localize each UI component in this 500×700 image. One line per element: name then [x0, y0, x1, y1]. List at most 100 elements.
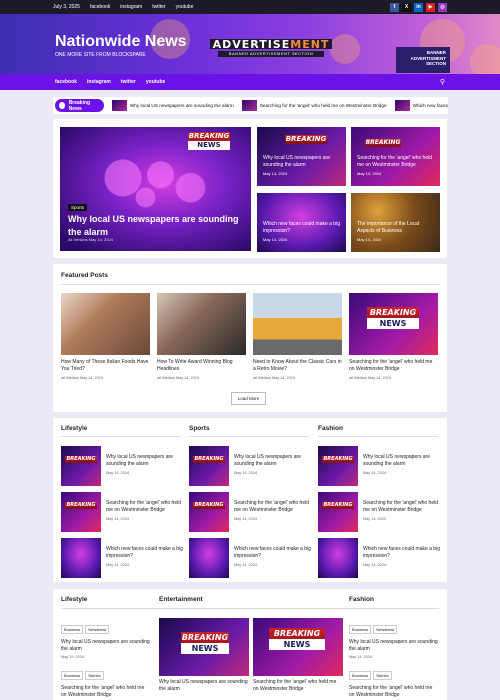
- top-link-facebook[interactable]: facebook: [90, 4, 110, 10]
- post-title[interactable]: Which new faces could make a big impress…: [106, 546, 186, 560]
- featured-post[interactable]: BREAKING NEWS Searching for the 'angel' wh…: [349, 293, 438, 380]
- banner-tag: BANNER ADVERTISMENT SECTION: [396, 47, 450, 73]
- grid-post-title[interactable]: The importance of the Local Aspects of B…: [357, 221, 437, 235]
- column-post[interactable]: BREAKING Why local US newspapers are soun…: [61, 446, 189, 486]
- tag[interactable]: Newsbeat: [85, 625, 110, 634]
- top-link-twitter[interactable]: twitter: [152, 4, 165, 10]
- top-link-instagram[interactable]: instagram: [120, 4, 142, 10]
- grid-post-title[interactable]: Searching for the 'angel' who held me on…: [357, 155, 437, 169]
- nav-item-youtube[interactable]: youtube: [146, 79, 165, 85]
- grid-post[interactable]: The importance of the Local Aspects of B…: [351, 193, 440, 252]
- top-bar: July 3, 2025 facebook instagram twitter …: [0, 0, 500, 14]
- nav-item-twitter[interactable]: twitter: [121, 79, 136, 85]
- ad-word-2: MENT: [290, 37, 330, 51]
- breaking-news-label: Breaking News: [55, 99, 104, 112]
- lifestyle-title: Lifestyle: [61, 596, 88, 603]
- ticker-item-text: Why local US newspapers are sounding the…: [129, 103, 234, 108]
- post-title[interactable]: Searching for the 'angel' who held me on…: [349, 685, 439, 699]
- fashion-post[interactable]: Business Newsbeat Why local US newspapers…: [349, 618, 439, 659]
- entertainment-post[interactable]: BREAKING NEWS Searching for the 'angel' w…: [253, 618, 343, 693]
- breaking-news-label-text: Breaking News: [68, 99, 91, 112]
- post-title[interactable]: Searching for the 'angel' who held me on…: [61, 685, 151, 699]
- tag[interactable]: Business: [349, 625, 372, 634]
- post-title[interactable]: Which new faces could make a big impress…: [234, 546, 314, 560]
- breaking-news-badge: BREAKING: [365, 139, 401, 147]
- fashion-title: Fashion: [349, 596, 374, 603]
- featured-post[interactable]: How To Write Award Winning Blog Headline…: [157, 293, 246, 380]
- tag[interactable]: Business: [61, 625, 84, 634]
- advertisement-banner[interactable]: ADVERTISE MENT BANNER ADVERTISEMENT SECTI…: [210, 32, 332, 68]
- featured-post-title[interactable]: How To Write Award Winning Blog Headline…: [157, 359, 246, 373]
- post-title[interactable]: Searching for the 'angel' who held me on…: [106, 500, 186, 514]
- featured-post[interactable]: How Many of These Italian Foods Have You…: [61, 293, 150, 380]
- lifestyle-post[interactable]: Business Newsbeat Why local US newspapers…: [61, 618, 151, 659]
- column-post[interactable]: Which new faces could make a big impress…: [61, 538, 189, 578]
- top-link-youtube[interactable]: youtube: [176, 4, 194, 10]
- fashion-post[interactable]: Business Stories Searching for the 'angel…: [349, 664, 439, 699]
- site-title[interactable]: Nationwide News: [55, 33, 187, 51]
- grid-post-title[interactable]: Which new faces could make a big impress…: [263, 221, 343, 235]
- entertainment-post[interactable]: BREAKING NEWS Why local US newspapers are…: [159, 618, 249, 693]
- breaking-news-ticker: Breaking News Why local US newspapers ar…: [53, 97, 448, 114]
- post-title[interactable]: Why local US newspapers are sounding the…: [106, 454, 186, 468]
- ticker-item[interactable]: Searching for the 'angel' who held me on…: [241, 100, 387, 111]
- post-title[interactable]: Why local US newspapers are sounding the…: [159, 679, 249, 693]
- ticker-item[interactable]: Which new faces: [394, 100, 448, 111]
- ticker-thumbnail: [394, 100, 410, 111]
- featured-post-title[interactable]: Searching for the 'angel' who held me on…: [349, 359, 438, 373]
- post-title[interactable]: Searching for the 'angel' who held me on…: [234, 500, 314, 514]
- tag[interactable]: Business: [349, 671, 372, 680]
- column-post[interactable]: Which new faces could make a big impress…: [189, 538, 317, 578]
- tag[interactable]: Stories: [373, 671, 392, 680]
- post-date: May 14, 2024: [106, 471, 130, 475]
- post-title[interactable]: Why local US newspapers are sounding the…: [234, 454, 314, 468]
- column-post[interactable]: BREAKING Searching for the 'angel' who he…: [189, 492, 317, 532]
- featured-post-meta: afl Werkes May 14, 2024: [349, 376, 391, 380]
- grid-post[interactable]: BREAKING Why local US newspapers are sou…: [257, 127, 346, 186]
- post-title[interactable]: Searching for the 'angel' who held me on…: [363, 500, 443, 514]
- tag[interactable]: Business: [61, 671, 84, 680]
- nav-item-facebook[interactable]: facebook: [55, 79, 77, 85]
- nav-item-instagram[interactable]: instagram: [87, 79, 111, 85]
- lifestyle-post[interactable]: Business Stories Searching for the 'angel…: [61, 664, 151, 699]
- featured-posts-title: Featured Posts: [61, 272, 108, 279]
- linkedin-icon[interactable]: in: [414, 2, 423, 12]
- featured-post[interactable]: Need to Know About the Classic Cars in a…: [253, 293, 342, 380]
- load-more-button[interactable]: Load More: [231, 392, 266, 405]
- grid-post[interactable]: Which new faces could make a big impress…: [257, 193, 346, 252]
- post-thumbnail: [61, 538, 101, 578]
- column-post[interactable]: BREAKING Searching for the 'angel' who he…: [61, 492, 189, 532]
- featured-post-image: BREAKING NEWS: [349, 293, 438, 355]
- grid-post-date: May 14, 2024: [263, 171, 288, 176]
- column-post[interactable]: Which new faces could make a big impress…: [318, 538, 446, 578]
- featured-post-image: [253, 293, 342, 355]
- ticker-item[interactable]: Why local US newspapers are sounding the…: [111, 100, 234, 111]
- section-divider: [318, 436, 438, 437]
- x-icon[interactable]: X: [402, 2, 411, 12]
- instagram-icon[interactable]: ◎: [438, 2, 447, 12]
- hero-title[interactable]: Why local US newspapers are sounding the…: [68, 213, 248, 239]
- tag[interactable]: Stories: [85, 671, 104, 680]
- facebook-icon[interactable]: f: [390, 2, 399, 12]
- hero-post[interactable]: BREAKING NEWS Sports Why local US newspap…: [60, 127, 251, 251]
- featured-post-meta: afl Werkes May 14, 2024: [253, 376, 295, 380]
- featured-post-title[interactable]: How Many of These Italian Foods Have You…: [61, 359, 150, 373]
- grid-post[interactable]: BREAKING Searching for the 'angel' who h…: [351, 127, 440, 186]
- featured-post-title[interactable]: Need to Know About the Classic Cars in a…: [253, 359, 342, 373]
- column-post[interactable]: BREAKING Why local US newspapers are soun…: [189, 446, 317, 486]
- breaking-news-badge: BREAKING: [65, 456, 97, 463]
- grid-post-date: May 14, 2024: [357, 171, 382, 176]
- ticker-thumbnail: [241, 100, 257, 111]
- tag[interactable]: Newsbeat: [373, 625, 398, 634]
- column-post[interactable]: BREAKING Why local US newspapers are soun…: [318, 446, 446, 486]
- column-post[interactable]: BREAKING Searching for the 'angel' who he…: [318, 492, 446, 532]
- post-title[interactable]: Searching for the 'angel' who held me on…: [253, 679, 343, 693]
- post-title[interactable]: Which new faces could make a big impress…: [363, 546, 443, 560]
- youtube-icon[interactable]: ▶: [426, 2, 435, 12]
- post-title[interactable]: Why local US newspapers are sounding the…: [349, 639, 439, 653]
- post-title[interactable]: Why local US newspapers are sounding the…: [61, 639, 151, 653]
- category-badge[interactable]: Sports: [68, 204, 88, 211]
- search-icon[interactable]: ⚲: [440, 78, 445, 86]
- grid-post-title[interactable]: Why local US newspapers are sounding the…: [263, 155, 343, 169]
- post-title[interactable]: Why local US newspapers are sounding the…: [363, 454, 443, 468]
